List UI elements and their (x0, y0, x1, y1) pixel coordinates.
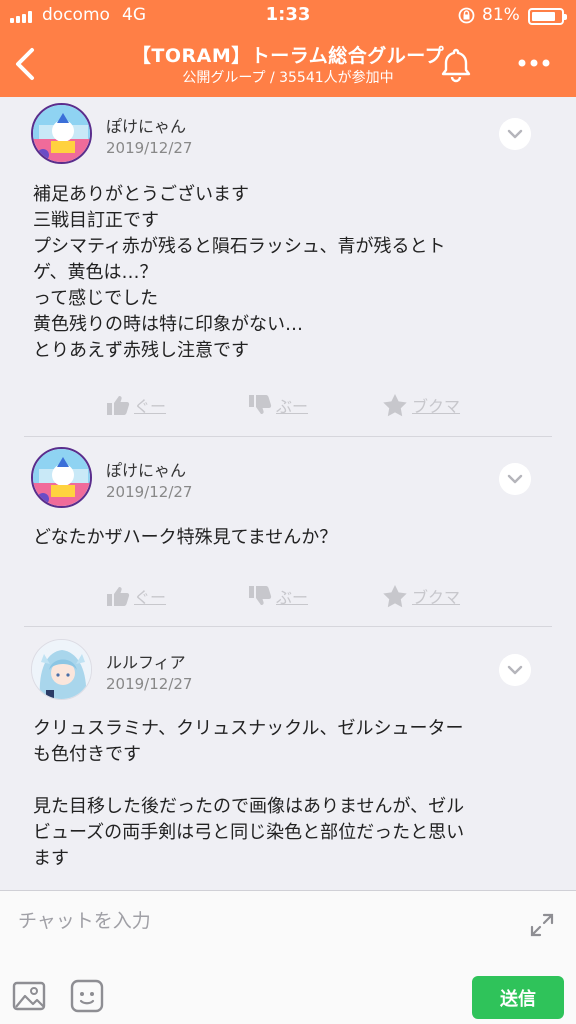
chevron-down-icon[interactable] (499, 118, 531, 150)
star-icon (383, 585, 407, 608)
top-bar: docomo 4G 1:33 81% 【TORAM】トーラム総合グループ 公開グ… (0, 0, 576, 97)
thumbs-down-icon (249, 395, 272, 414)
avatar[interactable] (31, 103, 92, 164)
post-date: 2019/12/27 (106, 675, 193, 693)
thumbs-up-icon (107, 587, 130, 606)
post-card: ぽけにゃん 2019/12/27 どなたかザハーク特殊見てませんか？ ぐー ぶー… (0, 437, 576, 627)
status-bar: docomo 4G 1:33 81% (0, 0, 576, 32)
chevron-down-icon[interactable] (499, 654, 531, 686)
avatar[interactable] (31, 639, 92, 700)
author-name[interactable]: ぽけにゃん (106, 457, 186, 481)
battery-percent: 81% (482, 5, 520, 25)
dislike-label: ぶー (276, 588, 309, 607)
avatar-image (33, 449, 90, 506)
bell-icon[interactable] (436, 44, 476, 84)
post-date: 2019/12/27 (106, 483, 193, 501)
avatar-image (32, 640, 91, 699)
more-dots-icon[interactable] (512, 50, 556, 76)
reaction-bar: ぐー ぶー ブクマ (0, 391, 576, 421)
sticker-icon[interactable] (70, 979, 104, 1013)
chevron-down-icon[interactable] (499, 463, 531, 495)
star-icon (383, 394, 407, 417)
reaction-bar: ぐー ぶー ブクマ (0, 582, 576, 612)
bookmark-label: ブクマ (412, 397, 461, 416)
post-body: どなたかザハーク特殊見てませんか？ (33, 527, 338, 548)
group-title: 【TORAM】トーラム総合グループ (131, 45, 445, 67)
like-label: ぐー (134, 397, 167, 416)
chat-screen: docomo 4G 1:33 81% 【TORAM】トーラム総合グループ 公開グ… (0, 0, 576, 1024)
bookmark-label: ブクマ (412, 588, 461, 607)
post-body: 補足ありがとうございます 三戦目訂正です プシマティ赤が残ると隕石ラッシュ、青が… (33, 184, 446, 361)
bookmark-button[interactable]: ブクマ (382, 391, 460, 419)
bookmark-button[interactable]: ブクマ (382, 582, 460, 610)
group-subtitle: 公開グループ / 35541人が参加中 (182, 70, 394, 86)
message-feed[interactable]: ぽけにゃん 2019/12/27 補足ありがとうございます 三戦目訂正です プシ… (0, 97, 576, 890)
expand-icon[interactable] (528, 911, 556, 939)
rotation-lock-icon (458, 7, 475, 24)
dislike-label: ぶー (276, 397, 309, 416)
thumbs-down-icon (249, 586, 272, 605)
dislike-button[interactable]: ぶー (248, 391, 308, 419)
post-card: ルルフィア 2019/12/27 クリュスラミナ、クリュスナックル、ゼルシュータ… (0, 627, 576, 890)
like-button[interactable]: ぐー (106, 391, 166, 419)
thumbs-up-icon (107, 396, 130, 415)
chat-input[interactable] (18, 905, 498, 937)
like-button[interactable]: ぐー (106, 582, 166, 610)
chat-composer: 送信 (0, 890, 576, 1024)
post-card: ぽけにゃん 2019/12/27 補足ありがとうございます 三戦目訂正です プシ… (0, 97, 576, 437)
avatar[interactable] (31, 447, 92, 508)
image-icon[interactable] (12, 981, 46, 1011)
post-date: 2019/12/27 (106, 139, 193, 157)
author-name[interactable]: ぽけにゃん (106, 113, 186, 137)
author-name[interactable]: ルルフィア (106, 649, 186, 673)
like-label: ぐー (134, 588, 167, 607)
battery-icon (528, 8, 567, 25)
post-body: クリュスラミナ、クリュスナックル、ゼルシューター も色付きです 見た目移した後だ… (33, 718, 465, 869)
dislike-button[interactable]: ぶー (248, 582, 308, 610)
avatar-image (33, 105, 90, 162)
send-button[interactable]: 送信 (472, 976, 564, 1019)
